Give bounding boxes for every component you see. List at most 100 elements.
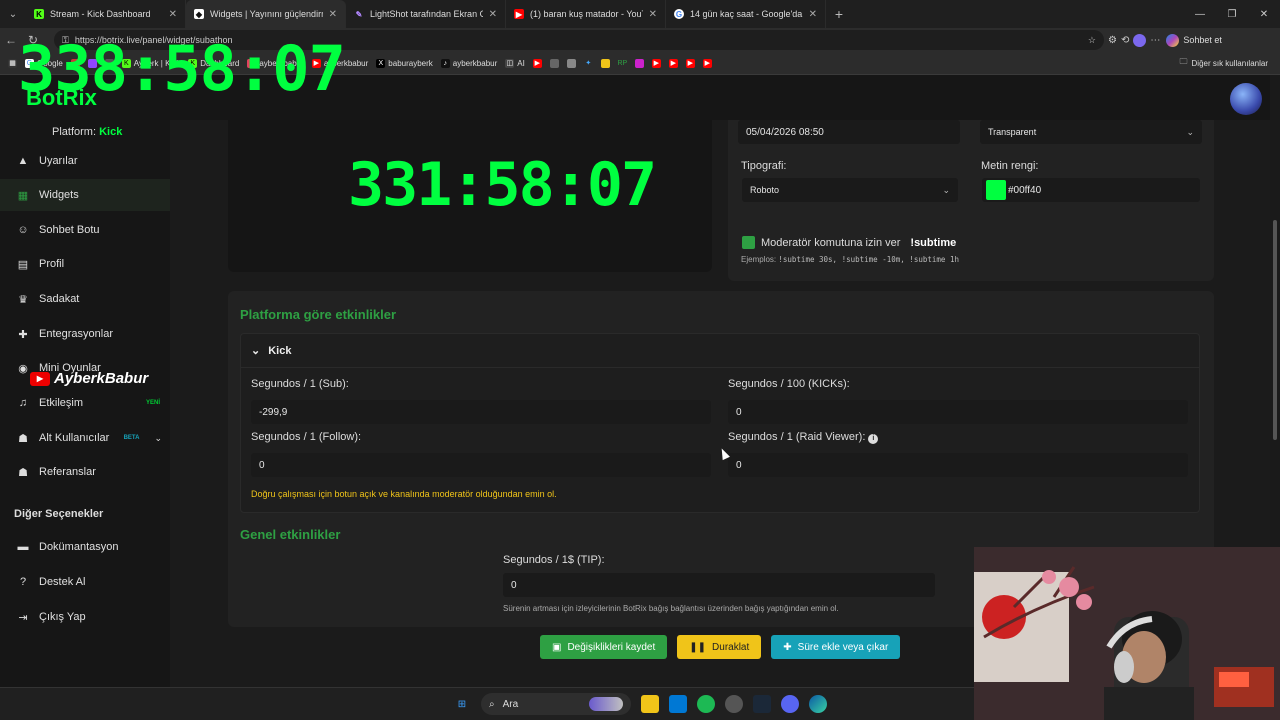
store-icon[interactable] <box>669 695 687 713</box>
copilot-icon <box>1166 33 1180 47</box>
user-avatar[interactable] <box>1230 83 1262 115</box>
extensions-icon[interactable]: ⚙ <box>1108 35 1117 46</box>
platform-indicator: Platform: Kick <box>52 126 123 138</box>
chevron-down-icon: ⌄ <box>251 345 261 357</box>
github-icon[interactable] <box>725 695 743 713</box>
chevron-down-icon: ⌄ <box>942 184 950 195</box>
sidebar-item-dokumantasyon[interactable]: ▬ Dokümantasyon <box>0 531 170 563</box>
botrix-icon: ◆ <box>194 9 204 19</box>
close-tab-icon[interactable]: ✕ <box>809 9 817 20</box>
warning-icon: ▲ <box>17 155 29 167</box>
bookmark[interactable] <box>600 58 610 68</box>
minimize-icon[interactable]: — <box>1184 0 1216 28</box>
sidebar-item-sadakat[interactable]: ♛ Sadakat <box>0 283 170 315</box>
raid-label: Segundos / 1 (Raid Viewer): i <box>728 431 879 444</box>
bookmark[interactable]: RP <box>617 59 627 68</box>
bookmark[interactable]: Xbaburayberk <box>376 58 433 68</box>
bookmark[interactable]: ▶ <box>685 58 695 68</box>
new-tab-button[interactable]: + <box>826 6 852 22</box>
checkbox-checked[interactable] <box>742 236 755 249</box>
taskbar-search[interactable]: ⌕ Ara <box>481 693 631 715</box>
tip-hint: Sürenin artması için izleyicilerinin Bot… <box>503 604 839 613</box>
browser-tab[interactable]: ▶ (1) baran kuş matador - YouTube ✕ <box>506 0 666 28</box>
history-icon[interactable]: ⟲ <box>1121 35 1129 46</box>
kick-accordion-header[interactable]: ⌄ Kick <box>241 334 1199 368</box>
webcam-overlay <box>974 547 1280 720</box>
sidebar-item-etkilesim[interactable]: ♫ Etkileşim YENİ <box>0 387 170 419</box>
bookmark[interactable]: ▶ <box>651 58 661 68</box>
windows-start-icon[interactable]: ⊞ <box>453 695 471 713</box>
steam-icon[interactable] <box>753 695 771 713</box>
more-icon[interactable]: ⋯ <box>1150 35 1160 46</box>
tip-seconds-input[interactable]: 0 <box>503 573 935 597</box>
copilot-chat-button[interactable]: Sohbet et <box>1166 33 1222 47</box>
pause-button[interactable]: ❚❚ Duraklat <box>677 635 762 659</box>
close-tab-icon[interactable]: ✕ <box>169 9 177 20</box>
referral-icon: ☗ <box>18 466 28 479</box>
bookmark[interactable]: ▦ <box>8 58 17 68</box>
sidebar-item-uyarilar[interactable]: ▲ Uyarılar <box>0 145 170 177</box>
sidebar-item-destek-al[interactable]: ? Destek Al <box>0 566 170 598</box>
edge-icon[interactable] <box>809 695 827 713</box>
sidebar-item-cikis-yap[interactable]: ⇥ Çıkış Yap <box>0 601 170 633</box>
pause-icon: ❚❚ <box>689 641 707 653</box>
browser-tab[interactable]: ✎ LightShot tarafından Ekran Görünt ✕ <box>346 0 506 28</box>
follow-label: Segundos / 1 (Follow): <box>251 431 362 443</box>
background-select[interactable]: Transparent ⌄ <box>980 120 1202 144</box>
text-color-input[interactable]: #00ff40 <box>982 178 1200 202</box>
sidebar-item-widgets[interactable]: ▦ Widgets <box>0 179 170 211</box>
docs-icon: ▬ <box>17 541 29 553</box>
sidebar-item-entegrasyonlar[interactable]: ✚ Entegrasyonlar <box>0 318 170 350</box>
search-highlight-image <box>589 697 623 711</box>
follow-seconds-input[interactable]: 0 <box>251 453 711 477</box>
close-window-icon[interactable]: ✕ <box>1248 0 1280 28</box>
preview-timer: 331:58:07 <box>348 150 657 220</box>
browser-tab[interactable]: G 14 gün kaç saat - Google'da Ara ✕ <box>666 0 826 28</box>
text-color-label: Metin rengi: <box>981 160 1039 172</box>
maximize-icon[interactable]: ❐ <box>1216 0 1248 28</box>
sidebar-item-referanslar[interactable]: ☗ Referanslar <box>0 456 170 488</box>
add-time-button[interactable]: ✚ Süre ekle veya çıkar <box>771 635 901 659</box>
raid-seconds-input[interactable]: 0 <box>728 453 1188 477</box>
tip-label: Segundos / 1$ (TIP): <box>503 554 605 566</box>
save-changes-button[interactable]: ▣ Değişiklikleri kaydet <box>540 635 668 659</box>
end-date-input[interactable]: 05/04/2026 08:50 <box>738 120 960 144</box>
color-swatch[interactable] <box>986 180 1006 200</box>
sub-seconds-input[interactable]: -299,9 <box>251 400 711 424</box>
bookmark[interactable]: ▶ <box>702 58 712 68</box>
other-bookmarks[interactable]: 🗀 Diğer sık kullanılanlar <box>1180 56 1268 70</box>
bookmark[interactable]: ▶ <box>532 58 542 68</box>
sidebar-item-alt-kullanicilar[interactable]: ☗ Alt Kullanıcılar BETA ⌄ <box>0 422 170 454</box>
bookmark[interactable] <box>566 58 576 68</box>
bookmark[interactable] <box>634 58 644 68</box>
bookmark[interactable]: ♪ ayberkbabur <box>440 58 497 68</box>
profile-icon[interactable] <box>1133 33 1147 47</box>
streamer-overlay-badge: ▶ AyberkBabur <box>30 370 148 387</box>
bookmark[interactable] <box>549 58 559 68</box>
spotify-icon[interactable] <box>697 695 715 713</box>
typography-select[interactable]: Roboto ⌄ <box>742 178 958 202</box>
sidebar-item-sohbet-botu[interactable]: ☺ Sohbet Botu <box>0 214 170 246</box>
bookmark[interactable]: ◫ AI <box>505 58 525 68</box>
close-tab-icon[interactable]: ✕ <box>489 9 497 20</box>
users-icon: ☗ <box>18 432 28 445</box>
sidebar-item-profil[interactable]: ▤ Profil <box>0 248 170 280</box>
google-icon: G <box>674 9 684 19</box>
favorite-star-icon[interactable]: ☆ <box>1088 35 1096 46</box>
scrollbar-thumb[interactable] <box>1273 220 1277 440</box>
mod-command-checkbox[interactable]: Moderatör komutuna izin ver !subtime <box>742 236 956 249</box>
bookmark[interactable]: ✦ <box>584 59 593 68</box>
kicks-seconds-input[interactable]: 0 <box>728 400 1188 424</box>
close-tab-icon[interactable]: ✕ <box>649 9 657 20</box>
gamepad-icon: ◉ <box>18 362 28 375</box>
browser-tab[interactable]: K Stream - Kick Dashboard ✕ <box>26 0 186 28</box>
discord-icon[interactable] <box>781 695 799 713</box>
overlay-timer: 338:58:07 <box>18 32 346 105</box>
close-tab-icon[interactable]: ✕ <box>329 9 337 20</box>
tab-actions-menu[interactable]: ⌄ <box>0 0 26 28</box>
chevron-down-icon: ⌄ <box>154 432 162 443</box>
bookmark[interactable]: ▶ <box>668 58 678 68</box>
browser-tab-active[interactable]: ◆ Widgets | Yayınını güçlendirmek iç ✕ <box>186 0 346 28</box>
file-explorer-icon[interactable] <box>641 695 659 713</box>
info-icon[interactable]: i <box>868 434 879 444</box>
